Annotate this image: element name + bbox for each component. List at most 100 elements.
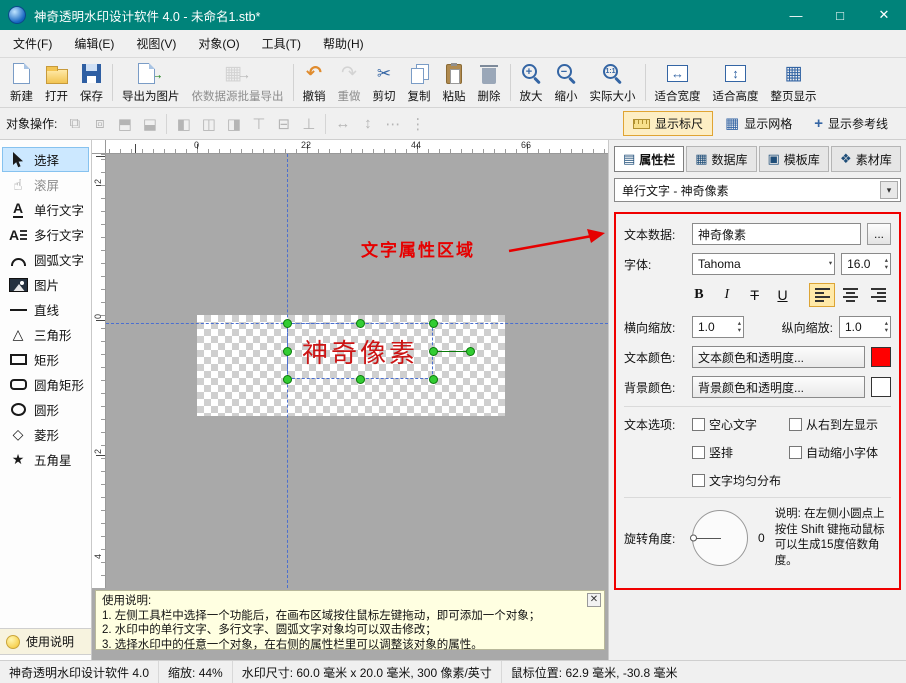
maximize-button[interactable]: □ [818, 0, 862, 30]
toolbar-paste-button[interactable]: 粘贴 [437, 59, 472, 106]
selection-handle-top-left[interactable] [283, 319, 292, 328]
app-window: 神奇透明水印设计软件 4.0 - 未命名1.stb* — □ ✕ 文件(F) 编… [0, 0, 906, 683]
chevron-down-icon: ▾ [829, 260, 832, 267]
spinner-arrows-icon[interactable]: ▴▾ [885, 320, 888, 334]
delete-icon [482, 61, 496, 86]
toolbar-fit-height-button[interactable]: ↕ 适合高度 [707, 59, 765, 106]
toolbar-zoom-out-button[interactable]: − 缩小 [549, 59, 584, 106]
spinner-arrows-icon[interactable]: ▴▾ [738, 320, 741, 334]
checkbox-right-to-left[interactable]: 从右到左显示 [789, 416, 891, 433]
copy-icon [411, 61, 428, 86]
text-data-input[interactable]: 神奇像素 [692, 223, 861, 245]
menu-tools[interactable]: 工具(T) [251, 30, 312, 57]
selection-handle-middle-left[interactable] [283, 347, 292, 356]
bold-button[interactable]: B [686, 283, 712, 307]
menu-edit[interactable]: 编辑(E) [63, 30, 125, 57]
minimize-button[interactable]: — [774, 0, 818, 30]
h-scale-spinner[interactable]: 1.0 ▴▾ [692, 316, 744, 338]
selection-handle-bottom-left[interactable] [283, 375, 292, 384]
toolbar-save-button[interactable]: 保存 [74, 59, 109, 106]
font-family-dropdown[interactable]: Tahoma ▾ [692, 253, 835, 275]
toolbar-zoom-in-button[interactable]: + 放大 [514, 59, 549, 106]
align-center-button[interactable] [837, 283, 863, 307]
strikethrough-button[interactable]: T [742, 283, 768, 307]
tool-diamond[interactable]: ◇ 菱形 [2, 422, 89, 447]
paste-icon [446, 61, 462, 86]
toolbar-cut-button[interactable]: ✂ 剪切 [367, 59, 402, 106]
show-ruler-toggle[interactable]: 显示标尺 [623, 111, 713, 136]
toolbar-whole-page-button[interactable]: ▦ 整页显示 [765, 59, 823, 106]
spinner-arrows-icon[interactable]: ▴▾ [885, 257, 888, 271]
object-selector-dropdown[interactable]: 单行文字 - 神奇像素 ▾ [614, 178, 901, 202]
align-right-button[interactable] [865, 283, 891, 307]
usage-line-1: 1. 左侧工具栏中选择一个功能后，在画布区域按住鼠标左键拖动，即可添加一个对象； [102, 609, 586, 624]
checkbox-hollow-text[interactable]: 空心文字 [692, 416, 789, 433]
align-top-icon: ⊤ [247, 113, 270, 135]
toolbar-export-image-button[interactable]: → 导出为图片 [116, 59, 186, 106]
toolbar-actual-size-button[interactable]: 1:1 实际大小 [584, 59, 642, 106]
usage-close-button[interactable]: ✕ [587, 593, 601, 607]
text-color-button[interactable]: 文本颜色和透明度... [692, 346, 865, 368]
format-toolbar: B I T U [686, 283, 891, 307]
toolbar-fit-width-button[interactable]: ↔ 适合宽度 [649, 59, 707, 106]
tool-scroll[interactable]: ☝ 滚屏 [2, 172, 89, 197]
show-guides-toggle[interactable]: + 显示参考线 [804, 111, 898, 136]
selection-handle-bottom-right[interactable] [429, 375, 438, 384]
tool-rectangle[interactable]: 矩形 [2, 347, 89, 372]
bg-color-button[interactable]: 背景颜色和透明度... [692, 376, 865, 398]
font-label: 字体: [624, 256, 686, 273]
toolbar-separator [645, 64, 646, 101]
italic-button[interactable]: I [714, 283, 740, 307]
toolbar-undo-button[interactable]: ↶ 撤销 [297, 59, 332, 106]
text-data-more-button[interactable]: ... [867, 223, 891, 245]
tool-circle[interactable]: 圆形 [2, 397, 89, 422]
watermark-text[interactable]: 神奇像素 [287, 323, 433, 379]
checkbox-vertical-text[interactable]: 竖排 [692, 444, 789, 461]
tool-triangle[interactable]: △ 三角形 [2, 322, 89, 347]
toolbar-copy-button[interactable]: 复制 [402, 59, 437, 106]
chevron-down-icon[interactable]: ▾ [880, 181, 898, 199]
checkbox-icon [692, 474, 705, 487]
tab-database[interactable]: ▦ 数据库 [686, 146, 756, 172]
tool-single-line-text[interactable]: A 单行文字 [2, 197, 89, 222]
tab-properties[interactable]: ▤ 属性栏 [614, 146, 684, 172]
tool-multi-line-text[interactable]: A 多行文字 [2, 222, 89, 247]
tool-arc-text[interactable]: 圆弧文字 [2, 247, 89, 272]
combine-icon: ⧉ [63, 113, 86, 135]
selection-handle-middle-right[interactable] [429, 347, 438, 356]
menu-file[interactable]: 文件(F) [2, 30, 63, 57]
usage-help-button[interactable]: 使用说明 [0, 628, 91, 655]
menu-object[interactable]: 对象(O) [187, 30, 250, 57]
status-watermark-size: 水印尺寸: 60.0 毫米 x 20.0 毫米, 300 像素/英寸 [233, 661, 502, 683]
show-grid-toggle[interactable]: ▦ 显示网格 [715, 111, 802, 136]
toolbar-new-button[interactable]: 新建 [4, 59, 39, 106]
tab-template-library[interactable]: ▣ 模板库 [759, 146, 829, 172]
tool-image[interactable]: 图片 [2, 272, 89, 297]
properties-tab-icon: ▤ [623, 151, 635, 167]
menu-bar: 文件(F) 编辑(E) 视图(V) 对象(O) 工具(T) 帮助(H) [0, 30, 906, 58]
tool-star[interactable]: ★ 五角星 [2, 447, 89, 472]
v-scale-spinner[interactable]: 1.0 ▴▾ [839, 316, 891, 338]
font-size-spinner[interactable]: 16.0 ▴▾ [841, 253, 891, 275]
canvas-area[interactable]: 神奇像素 文字属性区域 [106, 154, 608, 588]
underline-button[interactable]: U [770, 283, 796, 307]
actual-size-icon: 1:1 [603, 61, 622, 86]
close-button[interactable]: ✕ [862, 0, 906, 30]
tool-rounded-rectangle[interactable]: 圆角矩形 [2, 372, 89, 397]
checkbox-auto-shrink-font[interactable]: 自动缩小字体 [789, 444, 891, 461]
selection-handle-bottom-center[interactable] [356, 375, 365, 384]
tool-line[interactable]: 直线 [2, 297, 89, 322]
checkbox-justify-text[interactable]: 文字均匀分布 [692, 472, 789, 489]
tool-select[interactable]: 选择 [2, 147, 89, 172]
toolbar-open-button[interactable]: 打开 [39, 59, 74, 106]
toolbar-delete-button[interactable]: 删除 [472, 59, 507, 106]
rotation-dial[interactable] [692, 510, 748, 566]
selection-handle-top-center[interactable] [356, 319, 365, 328]
menu-view[interactable]: 视图(V) [125, 30, 187, 57]
align-left-button[interactable] [809, 283, 835, 307]
rotate-handle[interactable] [466, 347, 475, 356]
tab-material-library[interactable]: ❖ 素材库 [831, 146, 901, 172]
menu-help[interactable]: 帮助(H) [312, 30, 375, 57]
selection-handle-top-right[interactable] [429, 319, 438, 328]
dial-knob[interactable] [690, 535, 697, 542]
